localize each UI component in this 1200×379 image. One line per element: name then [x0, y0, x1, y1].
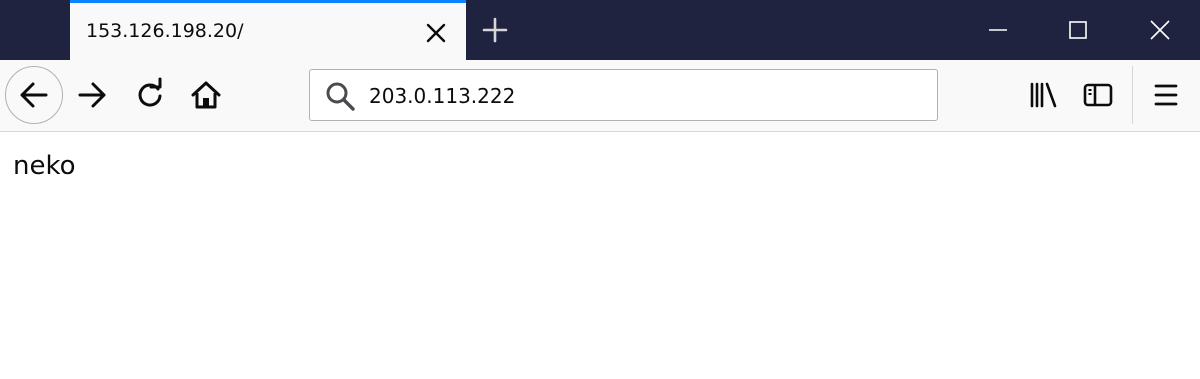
hamburger-menu-icon — [1154, 84, 1178, 106]
maximize-button[interactable] — [1060, 12, 1096, 48]
close-window-button[interactable] — [1142, 12, 1178, 48]
title-bar: 153.126.198.20/ — [0, 0, 1200, 60]
sidebar-icon — [1083, 83, 1113, 107]
home-icon — [191, 81, 221, 109]
url-input[interactable]: 203.0.113.222 — [369, 84, 515, 108]
toolbar-separator — [1132, 66, 1133, 124]
home-button[interactable] — [186, 75, 226, 115]
minimize-button[interactable] — [980, 12, 1016, 48]
url-bar[interactable]: 203.0.113.222 — [309, 69, 938, 121]
new-tab-button[interactable] — [481, 16, 509, 44]
plus-icon — [482, 17, 508, 43]
sidebar-button[interactable] — [1078, 75, 1118, 115]
maximize-icon — [1069, 21, 1087, 39]
reload-button[interactable] — [130, 75, 170, 115]
tab-active[interactable]: 153.126.198.20/ — [70, 0, 466, 60]
navigation-toolbar: 203.0.113.222 — [0, 60, 1200, 132]
tab-close-button[interactable] — [422, 19, 450, 47]
back-button[interactable] — [5, 66, 63, 124]
forward-button[interactable] — [72, 75, 112, 115]
library-icon — [1030, 82, 1057, 108]
menu-button[interactable] — [1146, 75, 1186, 115]
page-body-text: neko — [13, 151, 76, 181]
close-icon — [426, 23, 446, 43]
library-button[interactable] — [1024, 75, 1064, 115]
minimize-icon — [989, 29, 1007, 31]
reload-icon — [138, 77, 162, 107]
arrow-left-icon — [20, 82, 48, 108]
tab-title: 153.126.198.20/ — [86, 20, 244, 42]
close-icon — [1150, 20, 1170, 40]
arrow-right-icon — [78, 82, 106, 108]
search-icon — [326, 82, 355, 111]
